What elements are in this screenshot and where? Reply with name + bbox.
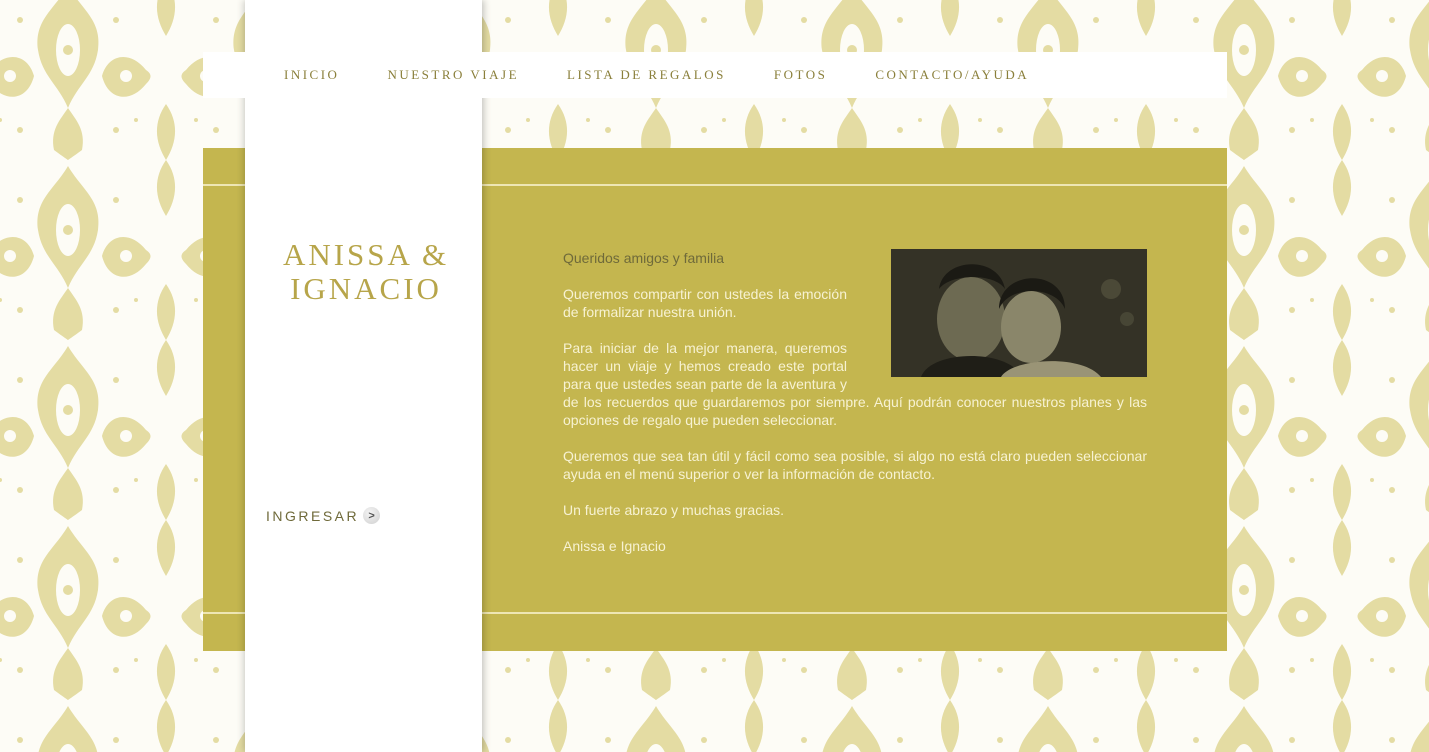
couple-title-line1: ANISSA & bbox=[282, 237, 450, 272]
enter-button[interactable]: INGRESAR > bbox=[266, 507, 381, 524]
enter-label[interactable]: INGRESAR bbox=[266, 508, 359, 524]
top-navigation: INICIO NUESTRO VIAJE LISTA DE REGALOS FO… bbox=[203, 52, 1227, 98]
nav-item-nuestro-viaje[interactable]: NUESTRO VIAJE bbox=[387, 67, 519, 83]
nav-item-inicio[interactable]: INICIO bbox=[284, 67, 339, 83]
message-closing: Un fuerte abrazo y muchas gracias. bbox=[563, 502, 784, 518]
couple-photo bbox=[891, 249, 1147, 377]
couple-title-line2: IGNACIO bbox=[290, 271, 442, 306]
message-signature: Anissa e Ignacio bbox=[563, 538, 666, 554]
message-paragraph: Queremos que sea tan útil y fácil como s… bbox=[563, 448, 1147, 482]
nav-item-fotos[interactable]: FOTOS bbox=[774, 67, 827, 83]
nav-item-contacto-ayuda[interactable]: CONTACTO/AYUDA bbox=[875, 67, 1029, 83]
couple-title: ANISSA & IGNACIO bbox=[266, 238, 466, 306]
nav-item-lista-de-regalos[interactable]: LISTA DE REGALOS bbox=[567, 67, 726, 83]
arrow-right-icon[interactable]: > bbox=[363, 507, 381, 524]
sidebar-column: ANISSA & IGNACIO INGRESAR > bbox=[245, 0, 482, 752]
welcome-message: Queridos amigos y familia Queremos compa… bbox=[563, 249, 1147, 573]
